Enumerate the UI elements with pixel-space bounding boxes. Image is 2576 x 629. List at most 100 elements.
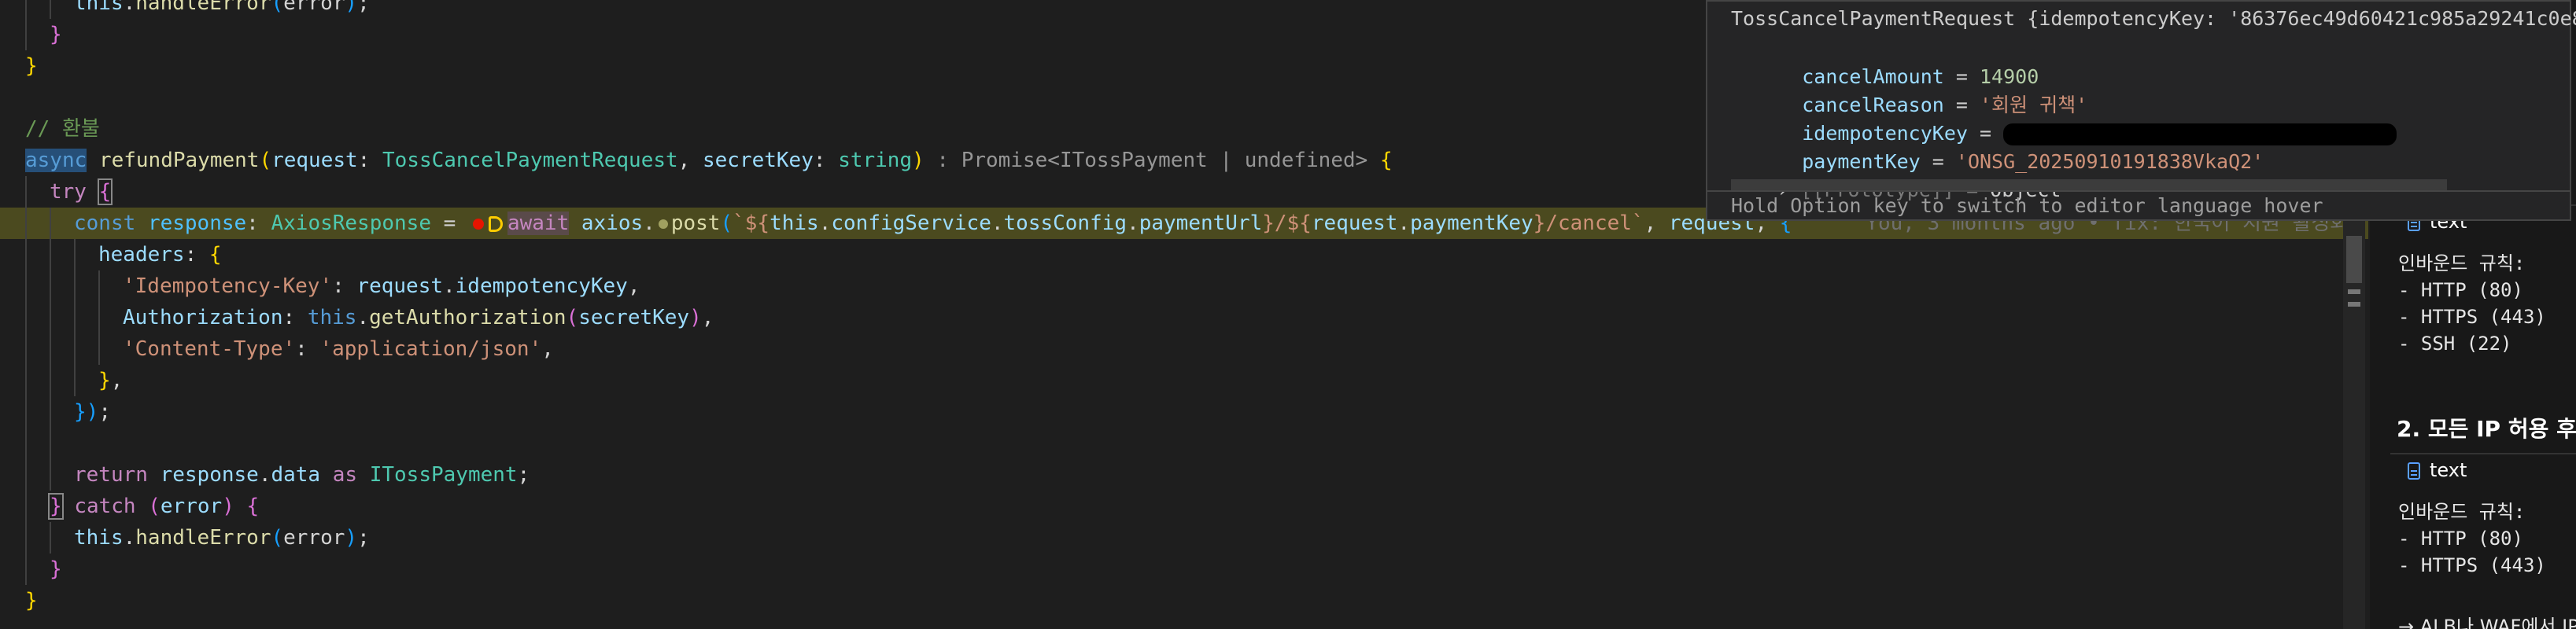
panel-text: → ALB나 WAF에서 IP [2398, 616, 2576, 629]
hover-prop-cancel-amount[interactable]: cancelAmount = 14900 [1755, 35, 2039, 88]
code-line[interactable]: } catch (error) { [0, 491, 2368, 522]
code-token: request [356, 274, 443, 298]
code-line[interactable]: 'Content-Type': 'application/json', [0, 333, 2368, 365]
code-token: secretKey [702, 149, 814, 172]
file-icon [2408, 462, 2420, 480]
panel-text: 인바운드 규칙: [2398, 501, 2526, 523]
code-token: `${ [733, 212, 770, 235]
code-token: ) [912, 149, 924, 172]
indent-guide [98, 333, 100, 365]
code-text: this.handleError(error); [74, 522, 370, 554]
indent-guide [25, 491, 27, 522]
code-line[interactable]: } [0, 554, 2368, 585]
code-token: AxiosResponse [271, 212, 431, 235]
code-token: ) [86, 400, 99, 424]
indent-guide [50, 0, 51, 19]
code-line[interactable]: }, [0, 365, 2368, 396]
code-token: catch [74, 495, 136, 518]
code-line[interactable]: 'Idempotency-Key': request.idempotencyKe… [0, 270, 2368, 302]
indent-guide [50, 396, 51, 428]
indent-guide [25, 270, 27, 302]
indent-guide [50, 302, 51, 333]
code-line[interactable]: return response.data as ITossPayment; [0, 459, 2368, 491]
code-line[interactable]: } [0, 585, 2368, 616]
code-token: data [271, 463, 321, 487]
panel-text: - SSH (22) [2398, 333, 2512, 355]
code-line[interactable]: this.handleError(error); [0, 522, 2368, 554]
code-token: getAuthorization [369, 306, 566, 329]
code-line[interactable]: headers: { [0, 239, 2368, 270]
code-token: { [1379, 149, 1393, 172]
code-line[interactable]: Authorization: this.getAuthorization(sec… [0, 302, 2368, 333]
hover-prop-cancel-reason[interactable]: cancelReason = '회원 귀책' [1755, 63, 2087, 116]
hover-prop-idempotency-key[interactable]: idempotencyKey = [1755, 91, 2397, 145]
code-token: . [443, 274, 456, 298]
indent-guide [74, 302, 76, 333]
indent-guide [74, 239, 76, 270]
scroll-thumb[interactable] [2346, 236, 2362, 283]
code-token: ITossPayment [369, 463, 518, 487]
code-token: paymentKey [1410, 212, 1533, 235]
code-token: ; [357, 0, 370, 15]
code-token: } [50, 23, 62, 46]
hover-hint: Hold Option key to switch to editor lang… [1731, 194, 2323, 217]
code-token: axios [581, 212, 644, 235]
code-token: Authorization [123, 306, 283, 329]
panel-text: - HTTP (80) [2398, 528, 2523, 550]
code-text: // 환불 [25, 113, 100, 145]
code-token: , [110, 369, 124, 392]
code-token: error [283, 526, 345, 550]
panel-text: - HTTPS (443) [2398, 554, 2546, 576]
code-token: return [74, 463, 148, 487]
code-token: this [74, 0, 124, 15]
code-token: : [282, 306, 308, 329]
code-token: await [507, 212, 570, 235]
code-token: . [991, 212, 1004, 235]
code-token: } [50, 557, 62, 581]
hover-horizontal-scrollbar[interactable] [1731, 179, 2447, 190]
code-token: }/cancel` [1533, 212, 1644, 235]
code-token: 'application/json' [319, 337, 542, 361]
code-token: } [25, 589, 38, 612]
indent-guide [74, 333, 76, 365]
indent-guide [25, 19, 27, 50]
hover-prop-payment-key[interactable]: paymentKey = 'ONSG_20250910191838VkaQ2' [1755, 120, 2264, 173]
code-line[interactable]: }); [0, 396, 2368, 428]
code-text: } [25, 50, 38, 82]
code-token: // 환불 [25, 117, 100, 141]
code-token: ; [517, 463, 530, 487]
code-text: 'Idempotency-Key': request.idempotencyKe… [123, 270, 640, 302]
code-token: ( [271, 526, 284, 550]
code-token: this [769, 212, 819, 235]
code-token: : [332, 274, 357, 298]
indent-guide [25, 396, 27, 428]
indent-guide [50, 428, 51, 459]
indent-guide [50, 365, 51, 396]
code-token: . [258, 463, 271, 487]
hover-prototype-row[interactable]: › [[Prototype]] = Object [1729, 148, 2061, 201]
indent-guide [74, 365, 76, 396]
code-token: ) [689, 306, 702, 329]
breakpoint-icon [472, 218, 484, 230]
indent-guide [50, 208, 51, 239]
indent-guide [25, 302, 27, 333]
code-token: : [813, 149, 839, 172]
code-token: . [643, 212, 655, 235]
debug-hover-widget[interactable]: TossCancelPaymentRequest {idempotencyKey… [1706, 0, 2576, 221]
code-line[interactable] [0, 428, 2368, 459]
code-token: error [160, 495, 223, 518]
code-token: response [160, 463, 259, 487]
code-token: async [25, 149, 87, 172]
code-token: refundPayment [98, 149, 260, 172]
code-token: { [246, 495, 260, 518]
code-text: try { [50, 176, 113, 208]
code-text: } [25, 585, 38, 616]
hover-title: TossCancelPaymentRequest {idempotencyKey… [1731, 7, 2576, 30]
matched-bracket: } [48, 493, 64, 520]
code-token: this [74, 526, 124, 550]
